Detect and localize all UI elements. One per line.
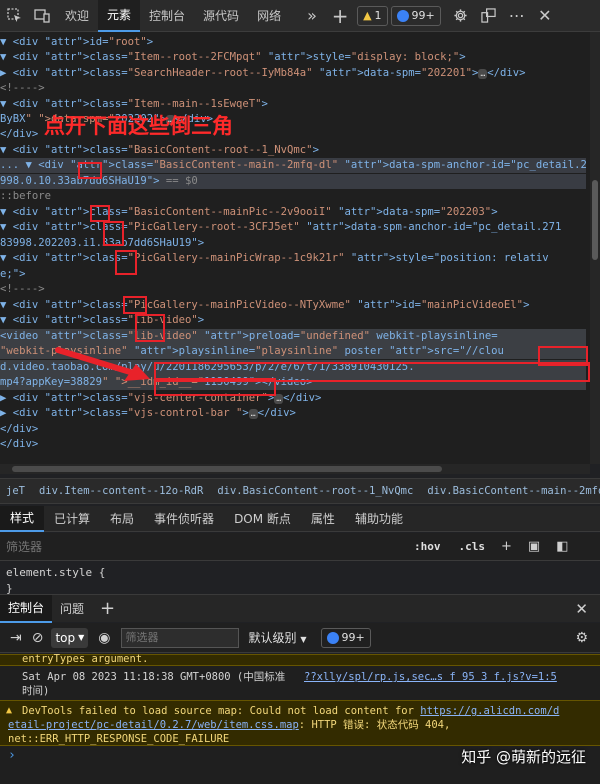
drawer-add-tab-icon[interactable]: + — [92, 595, 123, 623]
live-expression-eye-icon[interactable]: ◉ — [98, 630, 110, 646]
source-map-link[interactable]: https://g.alicdn.com/d — [420, 705, 559, 717]
drawer-tab-issues[interactable]: 问题 — [52, 595, 92, 623]
warning-icon: ▲ — [6, 705, 13, 716]
tab-styles[interactable]: 样式 — [0, 505, 45, 532]
breadcrumb-item[interactable]: div.Item--content--12o-RdR — [39, 485, 203, 497]
new-style-rule-icon[interactable]: + — [501, 539, 512, 554]
tab-accessibility[interactable]: 辅助功能 — [345, 506, 413, 532]
issues-icon — [326, 631, 339, 644]
source-map-link-cont[interactable]: etail-project/pc-detail/0.2.7/web/item.c… — [8, 719, 299, 731]
console-warning-row: ▲ DevTools failed to load source map: Co… — [0, 700, 600, 746]
annotation-arrow-icon — [55, 347, 150, 381]
tab-computed[interactable]: 已计算 — [44, 506, 100, 532]
show-sidebar-icon[interactable]: ⇥ — [10, 630, 22, 646]
breadcrumb-item[interactable]: jeT — [6, 485, 25, 497]
breadcrumb-item[interactable]: div.BasicContent--main--2mfq-dl — [427, 485, 600, 497]
tab-properties[interactable]: 属性 — [301, 506, 345, 532]
chevron-down-icon: ▼ — [300, 635, 307, 644]
close-drawer-icon[interactable]: ✕ — [567, 595, 600, 623]
console-log-line: Sat Apr 08 2023 11:18:38 GMT+0800 (中国标准 — [22, 671, 286, 683]
watermark: 知乎 @萌新的远征 — [461, 748, 586, 766]
tab-dom-breakpoints[interactable]: DOM 断点 — [224, 506, 301, 532]
console-filter-input[interactable] — [120, 627, 239, 648]
context-select[interactable]: top ▼ — [51, 627, 89, 648]
tab-layout[interactable]: 布局 — [100, 506, 144, 532]
paint-brush-icon[interactable]: ▣ — [528, 539, 540, 554]
element-style-rule: element.style { — [6, 566, 106, 579]
styles-filter-bar: :hov .cls + ▣ ◧ — [0, 533, 600, 561]
console-settings-gear-icon[interactable]: ⚙ — [575, 630, 588, 646]
drawer-tabs: 控制台 问题 + ✕ — [0, 594, 600, 623]
drawer-tab-console[interactable]: 控制台 — [0, 594, 53, 623]
breadcrumb: jeT div.Item--content--12o-RdR div.Basic… — [0, 478, 600, 504]
tab-event-listeners[interactable]: 事件侦听器 — [144, 506, 224, 532]
toggle-sidebar-icon[interactable]: ◧ — [556, 539, 568, 554]
console-log-line: 时间) — [22, 685, 50, 697]
clear-console-icon[interactable]: ⊘ — [32, 630, 44, 646]
console-toolbar: ⇥ ⊘ top ▼ ◉ 默认级别 ▼ 99+ ⚙ — [0, 623, 600, 653]
console-source-link[interactable]: ??xlly/spl/rp.js,sec…s f 95 3 f.js?v=1:5 — [304, 670, 557, 684]
console-issues-badge[interactable]: 99+ — [320, 627, 371, 648]
styles-filter-input[interactable] — [6, 535, 306, 558]
log-level-select[interactable]: 默认级别 ▼ — [249, 629, 307, 646]
class-toggle-button[interactable]: .cls — [459, 540, 486, 553]
console-prompt[interactable]: › — [8, 748, 16, 763]
hover-state-button[interactable]: :hov — [414, 540, 441, 553]
breadcrumb-item[interactable]: div.BasicContent--root--1_NvQmc — [217, 485, 413, 497]
styles-panel-tabs: 样式 已计算 布局 事件侦听器 DOM 断点 属性 辅助功能 — [0, 505, 600, 532]
console-warning-row: entryTypes argument. — [0, 654, 600, 666]
annotation-text: 点开下面这些倒三角 — [44, 114, 233, 138]
chevron-down-icon: ▼ — [78, 633, 85, 642]
